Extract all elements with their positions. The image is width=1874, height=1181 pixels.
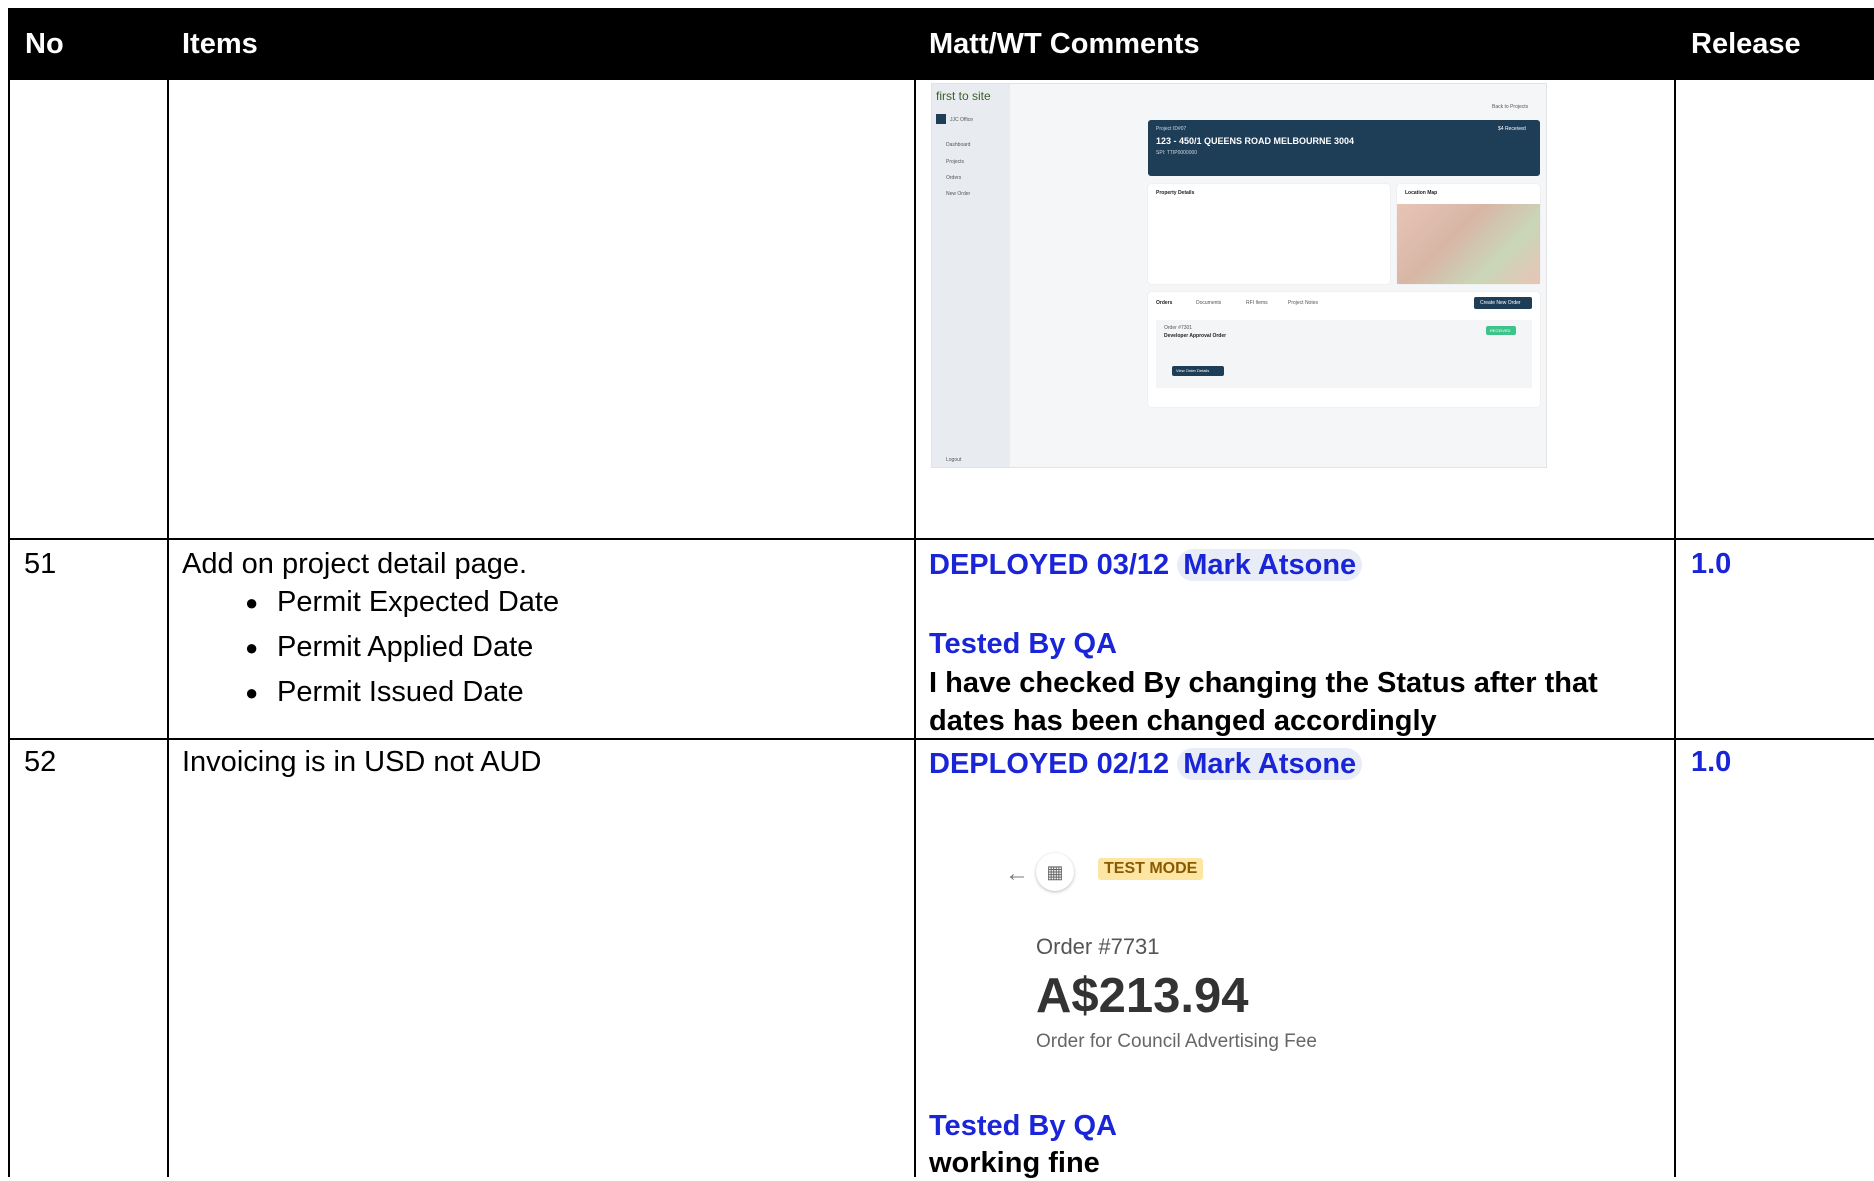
col-border-left — [8, 80, 10, 1177]
tab-documents: Documents — [1196, 300, 1222, 306]
view-order-button: View Order Details — [1172, 366, 1224, 376]
test-mode-badge: TEST MODE — [1098, 858, 1204, 880]
project-detail-screenshot: first to site JJC Office Dashboard Proje… — [931, 83, 1547, 468]
nav-logout: Logout — [946, 457, 962, 463]
property-details-card: Property Details — [1148, 184, 1390, 284]
received-label: $4 Received — [1498, 126, 1526, 132]
tab-notes: Project Notes — [1288, 300, 1319, 306]
project-title: 123 - 450/1 QUEENS ROAD MELBOURNE 3004 — [1156, 136, 1355, 146]
order-label: Order #7301 — [1164, 325, 1193, 331]
header-release: Release — [1691, 28, 1801, 60]
header-comments: Matt/WT Comments — [929, 28, 1200, 60]
orders-card: Orders Documents RFI Items Project Notes… — [1148, 292, 1540, 407]
view-order-label: View Order Details — [1176, 368, 1210, 373]
create-order-button: Create New Order — [1474, 297, 1532, 309]
table-header: No Items Matt/WT Comments Release — [8, 8, 1874, 80]
row-52-no: 52 — [24, 746, 57, 778]
person-chip[interactable]: Mark Atsone — [1177, 549, 1363, 581]
map-image — [1397, 204, 1540, 284]
back-link: Back to Projects — [1492, 104, 1529, 110]
col-border-3 — [1674, 80, 1676, 1177]
tab-orders: Orders — [1156, 300, 1173, 306]
nav-orders: Orders — [946, 175, 962, 181]
nav-projects: Projects — [946, 159, 965, 165]
row-51-bullets: Permit Expected Date Permit Applied Date… — [182, 580, 559, 715]
project-sub: SPI: TTIP0000000 — [1156, 150, 1198, 156]
nav-new-order: New Order — [946, 191, 971, 197]
row-52-deployed: DEPLOYED 02/12 Mark Atsone — [929, 746, 1363, 782]
row-51-comment: I have checked By changing the Status af… — [929, 667, 1598, 737]
header-no: No — [25, 28, 64, 60]
row-51-item-title: Add on project detail page. — [182, 548, 528, 580]
row-52-release: 1.0 — [1691, 746, 1732, 778]
arrow-left-icon: ← — [1005, 860, 1029, 887]
row-52-tested: Tested By QA — [929, 1110, 1118, 1142]
person-chip[interactable]: Mark Atsone — [1177, 748, 1363, 780]
payment-amount: A$213.94 — [1036, 969, 1249, 1023]
row-51-release: 1.0 — [1691, 548, 1732, 580]
payment-order-number: Order #7731 — [1036, 934, 1160, 959]
project-label: Project ID#07 — [1156, 126, 1187, 132]
store-icon: ▦ — [1036, 853, 1074, 891]
row-51-tested: Tested By QA — [929, 628, 1118, 660]
list-item: Permit Applied Date — [182, 625, 559, 670]
location-map-title: Location Map — [1405, 190, 1438, 196]
brand-logo: first to site — [936, 89, 991, 103]
list-item: Permit Issued Date — [182, 670, 559, 715]
location-map-card: Location Map — [1397, 184, 1540, 284]
row-51-deployed: DEPLOYED 03/12 Mark Atsone — [929, 547, 1363, 583]
list-item: Permit Expected Date — [182, 580, 559, 625]
row-border-1 — [8, 538, 1874, 540]
row-51-no: 51 — [24, 548, 57, 580]
deployed-label: DEPLOYED 02/12 — [929, 748, 1170, 780]
status-badge: RECEIVED — [1486, 326, 1516, 335]
row-52-comment: working fine — [929, 1147, 1100, 1179]
property-details-title: Property Details — [1156, 190, 1195, 196]
status-text: RECEIVED — [1490, 328, 1511, 333]
payment-description: Order for Council Advertising Fee — [1036, 1031, 1317, 1052]
nav-dashboard: Dashboard — [946, 142, 971, 148]
project-hero: Project ID#07 123 - 450/1 QUEENS ROAD ME… — [1148, 120, 1540, 176]
tab-rfi: RFI Items — [1246, 300, 1268, 306]
org-icon — [936, 114, 946, 124]
create-order-label: Create New Order — [1480, 300, 1521, 306]
org-name: JJC Office — [950, 117, 973, 123]
row-52-item-title: Invoicing is in USD not AUD — [182, 746, 542, 778]
col-border-1 — [167, 80, 169, 1177]
order-name: Developer Approval Order — [1164, 333, 1227, 339]
order-row: Order #7301 Developer Approval Order REC… — [1156, 320, 1532, 388]
header-items: Items — [182, 28, 258, 60]
screenshot-sidebar: first to site JJC Office Dashboard Proje… — [932, 84, 1010, 467]
col-border-2 — [914, 80, 916, 1177]
deployed-label: DEPLOYED 03/12 — [929, 549, 1170, 581]
